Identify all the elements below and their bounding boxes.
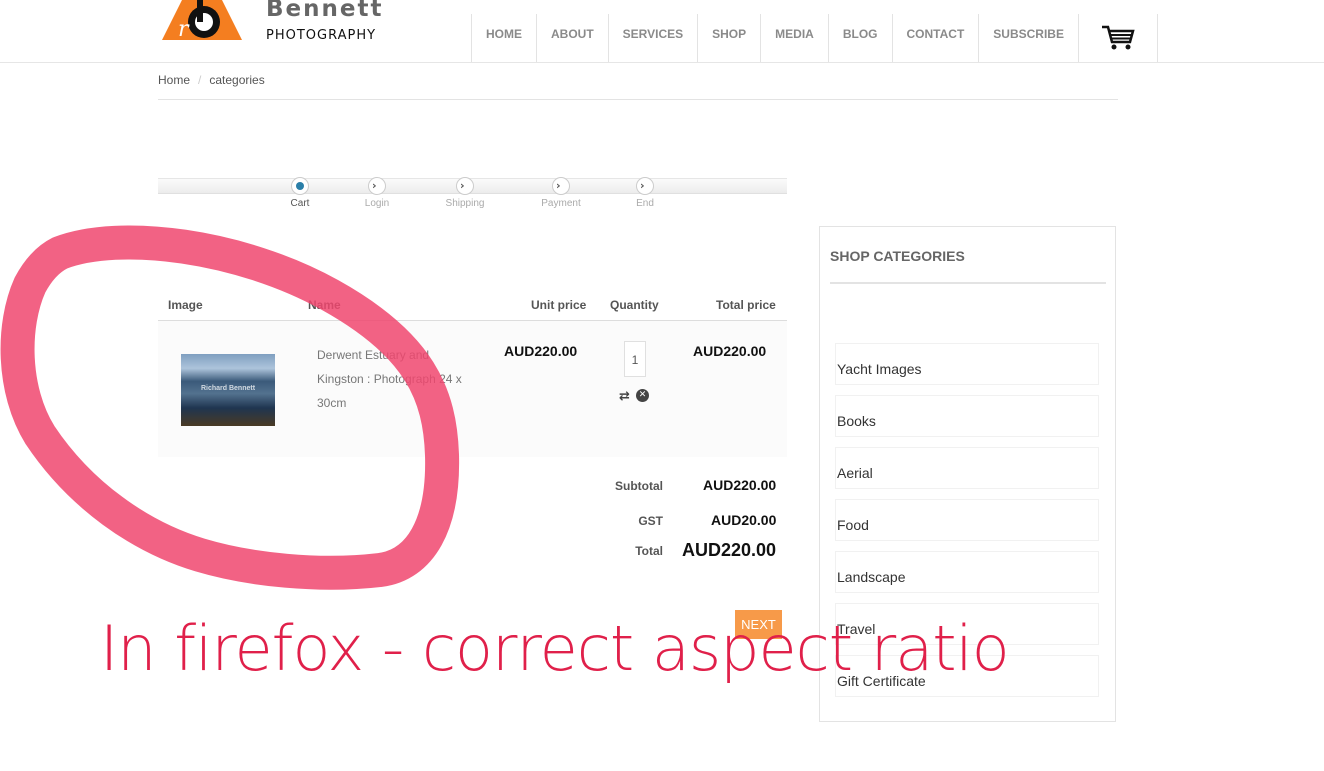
nav-home[interactable]: HOME xyxy=(471,14,536,62)
step-label: Shipping xyxy=(445,198,485,209)
shopping-cart-icon xyxy=(1101,25,1135,50)
unit-price: AUD220.00 xyxy=(504,343,578,359)
breadcrumb-home[interactable]: Home xyxy=(158,73,190,87)
step-shipping[interactable]: › Shipping xyxy=(435,177,495,209)
refresh-icon[interactable]: ⇄ xyxy=(619,389,630,404)
step-label: Login xyxy=(364,198,390,209)
logo[interactable]: r xyxy=(160,0,244,40)
breadcrumb-separator: / xyxy=(198,73,202,87)
nav-contact[interactable]: CONTACT xyxy=(891,14,979,62)
brand-name: Bennett xyxy=(266,0,384,22)
annotation-text: In firefox - correct aspect ratio xyxy=(100,612,1010,685)
chevron-right-icon: › xyxy=(368,177,386,195)
step-login[interactable]: › Login xyxy=(347,177,407,209)
header-image: Image xyxy=(168,298,203,312)
quantity-input[interactable]: 1 xyxy=(624,341,646,377)
step-label: Payment xyxy=(541,198,581,209)
nav-blog[interactable]: BLOG xyxy=(827,14,892,62)
gst-label: GST xyxy=(638,514,663,528)
product-thumbnail[interactable]: Richard Bennett xyxy=(181,354,275,426)
header-total-price: Total price xyxy=(716,298,776,312)
category-books[interactable]: Books xyxy=(835,395,1099,437)
nav-about[interactable]: ABOUT xyxy=(536,14,608,62)
product-name[interactable]: Derwent Estuary and Kingston : Photograp… xyxy=(317,343,477,415)
cart-item-row: Richard Bennett Derwent Estuary and King… xyxy=(158,321,787,457)
category-yacht-images[interactable]: Yacht Images xyxy=(835,343,1099,385)
step-label: Cart xyxy=(290,198,310,209)
site-header: r Bennett PHOTOGRAPHY HOME ABOUT SERVICE… xyxy=(0,0,1324,63)
nav-media[interactable]: MEDIA xyxy=(760,14,828,62)
category-landscape[interactable]: Landscape xyxy=(835,551,1099,593)
main-nav: HOME ABOUT SERVICES SHOP MEDIA BLOG CONT… xyxy=(471,14,1158,62)
svg-text:r: r xyxy=(178,17,190,40)
category-food[interactable]: Food xyxy=(835,499,1099,541)
total-value: AUD220.00 xyxy=(682,540,777,560)
header-unit-price: Unit price xyxy=(531,298,587,312)
remove-icon[interactable]: ✕ xyxy=(636,389,649,402)
category-aerial[interactable]: Aerial xyxy=(835,447,1099,489)
header-name: Name xyxy=(308,298,341,312)
chevron-right-icon: › xyxy=(552,177,570,195)
breadcrumb: Home / categories xyxy=(158,73,1118,100)
breadcrumb-current: categories xyxy=(209,73,265,87)
step-payment[interactable]: › Payment xyxy=(531,177,591,209)
brand-subtitle: PHOTOGRAPHY xyxy=(266,28,377,43)
nav-shop[interactable]: SHOP xyxy=(697,14,760,62)
total-label: Total xyxy=(635,544,663,558)
cart-button[interactable] xyxy=(1077,14,1158,62)
sidebar-title: SHOP CATEGORIES xyxy=(830,248,1106,284)
subtotal-value: AUD220.00 xyxy=(703,477,777,493)
chevron-right-icon: › xyxy=(636,177,654,195)
gst-value: AUD20.00 xyxy=(711,512,777,528)
cart-table-header: Image Name Unit price Quantity Total pri… xyxy=(158,288,787,321)
step-end[interactable]: › End xyxy=(615,177,675,209)
header-quantity: Quantity xyxy=(610,298,659,312)
chevron-right-icon: › xyxy=(456,177,474,195)
step-label: End xyxy=(636,198,654,209)
nav-services[interactable]: SERVICES xyxy=(607,14,697,62)
nav-subscribe[interactable]: SUBSCRIBE xyxy=(978,14,1078,62)
subtotal-label: Subtotal xyxy=(615,479,663,493)
image-watermark: Richard Bennett xyxy=(200,385,256,392)
step-cart[interactable]: Cart xyxy=(270,177,330,209)
step-current-icon xyxy=(291,177,309,195)
total-price: AUD220.00 xyxy=(693,343,767,359)
